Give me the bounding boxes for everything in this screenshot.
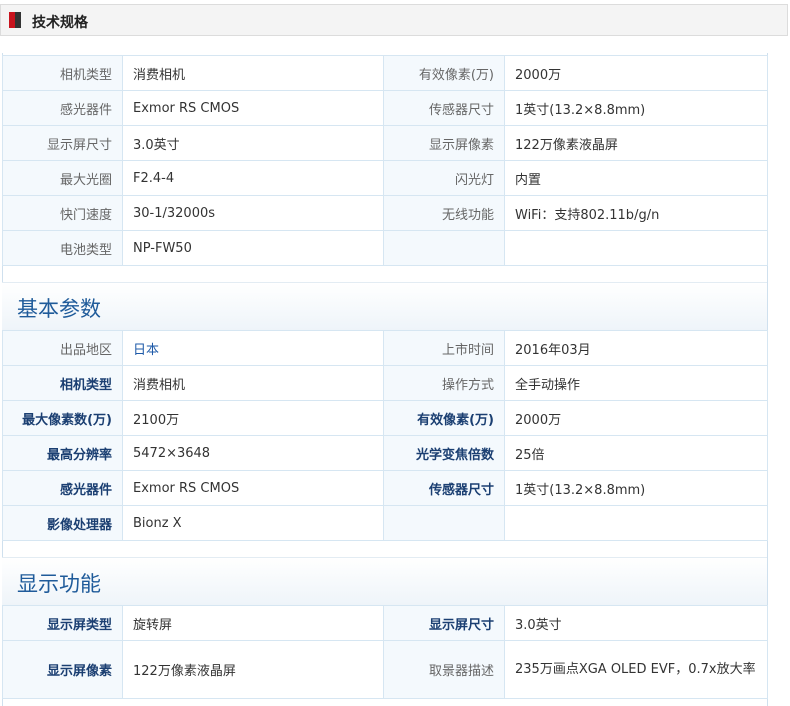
table-row: 快门速度 30-1/32000s 无线功能 WiFi：支持802.11b/g/n <box>2 195 768 231</box>
section-header-display: 显示功能 <box>2 557 767 606</box>
spec-value: WiFi：支持802.11b/g/n <box>504 195 768 231</box>
section-header-basic: 基本参数 <box>2 282 767 331</box>
spec-key: 快门速度 <box>2 195 123 231</box>
spec-key: 传感器尺寸 <box>383 90 505 126</box>
spec-key: 出品地区 <box>2 330 123 366</box>
table-row: 显示屏像素 122万像素液晶屏 取景器描述 235万画点XGA OLED EVF… <box>2 640 768 699</box>
spec-value: Exmor RS CMOS <box>122 470 384 506</box>
spec-key[interactable]: 有效像素(万) <box>383 400 505 436</box>
spec-value: 3.0英寸 <box>504 605 768 641</box>
spec-key[interactable]: 显示屏像素 <box>2 640 123 699</box>
spec-summary-table: 相机类型 消费相机 有效像素(万) 2000万 感光器件 Exmor RS CM… <box>2 55 768 266</box>
spec-value: 2100万 <box>122 400 384 436</box>
spec-key: 操作方式 <box>383 365 505 401</box>
section-marker-icon <box>9 12 21 28</box>
section-title: 显示功能 <box>17 572 101 596</box>
spec-value: 全手动操作 <box>504 365 768 401</box>
spec-value: 1英寸(13.2×8.8mm) <box>504 90 768 126</box>
spec-key: 闪光灯 <box>383 160 505 196</box>
spec-key[interactable]: 传感器尺寸 <box>383 470 505 506</box>
spec-value: 5472×3648 <box>122 435 384 471</box>
spec-basic-table: 出品地区 日本 上市时间 2016年03月 相机类型 消费相机 操作方式 全手动… <box>2 330 768 541</box>
table-row: 相机类型 消费相机 操作方式 全手动操作 <box>2 365 768 401</box>
spec-key: 有效像素(万) <box>383 55 505 91</box>
spec-key: 电池类型 <box>2 230 123 266</box>
spec-key[interactable]: 光学变焦倍数 <box>383 435 505 471</box>
spec-value: F2.4-4 <box>122 160 384 196</box>
spec-value: 1英寸(13.2×8.8mm) <box>504 470 768 506</box>
spec-value: 3.0英寸 <box>122 125 384 161</box>
spec-key[interactable]: 感光器件 <box>2 470 123 506</box>
table-row: 最高分辨率 5472×3648 光学变焦倍数 25倍 <box>2 435 768 471</box>
spec-value: 旋转屏 <box>122 605 384 641</box>
table-row: 影像处理器 Bionz X <box>2 505 768 541</box>
spec-value: 2000万 <box>504 55 768 91</box>
spec-key[interactable]: 显示屏类型 <box>2 605 123 641</box>
spec-value: 122万像素液晶屏 <box>122 640 384 699</box>
spec-value: 消费相机 <box>122 365 384 401</box>
spec-value <box>504 230 768 266</box>
spec-value-link[interactable]: 日本 <box>122 330 384 366</box>
spec-value: 30-1/32000s <box>122 195 384 231</box>
spec-value: NP-FW50 <box>122 230 384 266</box>
spec-key: 显示屏像素 <box>383 125 505 161</box>
spec-key <box>383 505 505 541</box>
spec-key[interactable]: 显示屏尺寸 <box>383 605 505 641</box>
spec-header: 技术规格 <box>0 4 788 36</box>
table-row: 显示屏尺寸 3.0英寸 显示屏像素 122万像素液晶屏 <box>2 125 768 161</box>
spec-value: 25倍 <box>504 435 768 471</box>
spec-key[interactable]: 最高分辨率 <box>2 435 123 471</box>
page-title: 技术规格 <box>32 15 88 31</box>
spec-key <box>383 230 505 266</box>
spec-value <box>504 505 768 541</box>
table-row: 出品地区 日本 上市时间 2016年03月 <box>2 330 768 366</box>
spec-value: Bionz X <box>122 505 384 541</box>
section-title: 基本参数 <box>17 297 101 321</box>
table-row: 显示屏类型 旋转屏 显示屏尺寸 3.0英寸 <box>2 605 768 641</box>
spec-value: 235万画点XGA OLED EVF，0.7x放大率 <box>504 640 768 699</box>
table-row: 电池类型 NP-FW50 <box>2 230 768 266</box>
spec-value: 消费相机 <box>122 55 384 91</box>
spec-display-table: 显示屏类型 旋转屏 显示屏尺寸 3.0英寸 显示屏像素 122万像素液晶屏 取景… <box>2 605 768 699</box>
table-row: 相机类型 消费相机 有效像素(万) 2000万 <box>2 55 768 91</box>
spec-key: 显示屏尺寸 <box>2 125 123 161</box>
spec-key: 最大光圈 <box>2 160 123 196</box>
spec-value: 122万像素液晶屏 <box>504 125 768 161</box>
spec-key: 取景器描述 <box>383 640 505 699</box>
table-row: 感光器件 Exmor RS CMOS 传感器尺寸 1英寸(13.2×8.8mm) <box>2 470 768 506</box>
spec-value: 2000万 <box>504 400 768 436</box>
spec-key[interactable]: 影像处理器 <box>2 505 123 541</box>
spec-key: 相机类型 <box>2 55 123 91</box>
table-row: 最大光圈 F2.4-4 闪光灯 内置 <box>2 160 768 196</box>
spec-key[interactable]: 最大像素数(万) <box>2 400 123 436</box>
spec-key[interactable]: 相机类型 <box>2 365 123 401</box>
table-row: 最大像素数(万) 2100万 有效像素(万) 2000万 <box>2 400 768 436</box>
spec-key: 无线功能 <box>383 195 505 231</box>
spec-key: 上市时间 <box>383 330 505 366</box>
spec-value: 2016年03月 <box>504 330 768 366</box>
table-row: 感光器件 Exmor RS CMOS 传感器尺寸 1英寸(13.2×8.8mm) <box>2 90 768 126</box>
spec-value: 内置 <box>504 160 768 196</box>
spec-value: Exmor RS CMOS <box>122 90 384 126</box>
spec-key: 感光器件 <box>2 90 123 126</box>
